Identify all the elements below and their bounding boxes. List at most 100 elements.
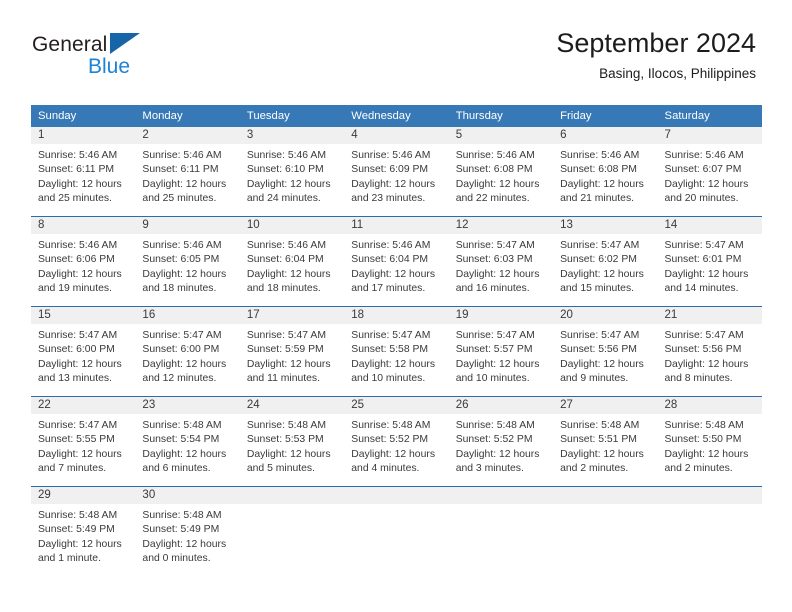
day-cell[interactable]: 2 Sunrise: 5:46 AM Sunset: 6:11 PM Daylight… [135, 127, 240, 217]
day-cell[interactable]: 12 Sunrise: 5:47 AM Sunset: 6:03 PM Dayligh… [448, 216, 554, 307]
day-cell[interactable]: 29 Sunrise: 5:48 AM Sunset: 5:49 PM Dayligh… [31, 486, 136, 576]
day-details: Sunrise: 5:47 AM Sunset: 6:03 PM Daylight:… [449, 234, 553, 297]
day-cell[interactable]: 30 Sunrise: 5:48 AM Sunset: 5:49 PM Dayligh… [135, 486, 240, 576]
day-cell[interactable]: 25 Sunrise: 5:48 AM Sunset: 5:52 PM Dayligh… [344, 396, 449, 487]
page-title: September 2024 [556, 28, 756, 58]
sunset-text: Sunset: 6:07 PM [664, 164, 742, 176]
day-number [657, 487, 762, 504]
daylight-text-line1: Daylight: 12 hours [560, 178, 644, 190]
day-number: 1 [31, 127, 136, 144]
daylight-text-line1: Daylight: 12 hours [351, 178, 436, 190]
weekday-header-monday: Monday [135, 105, 240, 127]
sunrise-text: Sunrise: 5:47 AM [351, 330, 431, 341]
daylight-text-line2: and 25 minutes. [38, 193, 112, 205]
logo-text-blue: Blue [88, 55, 131, 78]
day-details: Sunrise: 5:47 AM Sunset: 5:56 PM Daylight:… [658, 324, 762, 387]
sunset-text: Sunset: 5:51 PM [560, 434, 637, 446]
sunrise-text: Sunrise: 5:47 AM [455, 330, 535, 341]
day-number: 6 [553, 127, 658, 144]
day-details: Sunrise: 5:46 AM Sunset: 6:08 PM Daylight:… [449, 144, 553, 207]
sunrise-text: Sunrise: 5:46 AM [351, 240, 431, 251]
day-cell[interactable]: 14 Sunrise: 5:47 AM Sunset: 6:01 PM Dayligh… [657, 216, 762, 307]
day-cell[interactable]: 10 Sunrise: 5:46 AM Sunset: 6:04 PM Dayligh… [239, 216, 345, 307]
sunset-text: Sunset: 5:49 PM [38, 524, 115, 536]
weekday-header-wednesday: Wednesday [344, 105, 449, 127]
generalblue-logo[interactable]: General Blue [32, 30, 212, 82]
day-details: Sunrise: 5:47 AM Sunset: 6:00 PM Daylight:… [135, 324, 239, 387]
day-cell-empty [344, 486, 449, 576]
daylight-text-line1: Daylight: 12 hours [246, 268, 331, 280]
day-cell[interactable]: 27 Sunrise: 5:48 AM Sunset: 5:51 PM Dayligh… [553, 396, 658, 487]
day-cell[interactable]: 23 Sunrise: 5:48 AM Sunset: 5:54 PM Dayligh… [135, 396, 240, 487]
day-cell[interactable]: 17 Sunrise: 5:47 AM Sunset: 5:59 PM Dayligh… [239, 306, 345, 397]
day-details: Sunrise: 5:47 AM Sunset: 6:01 PM Daylight:… [658, 234, 762, 297]
day-cell[interactable]: 7 Sunrise: 5:46 AM Sunset: 6:07 PM Daylight… [657, 127, 762, 217]
calendar-table: Sunday Monday Tuesday Wednesday Thursday… [31, 105, 762, 576]
sunrise-text: Sunrise: 5:47 AM [455, 240, 535, 251]
day-cell[interactable]: 13 Sunrise: 5:47 AM Sunset: 6:02 PM Dayligh… [553, 216, 658, 307]
day-details: Sunrise: 5:46 AM Sunset: 6:11 PM Daylight:… [135, 144, 239, 207]
day-details: Sunrise: 5:48 AM Sunset: 5:52 PM Daylight:… [344, 414, 448, 477]
daylight-text-line1: Daylight: 12 hours [664, 358, 749, 370]
day-cell[interactable]: 26 Sunrise: 5:48 AM Sunset: 5:52 PM Dayligh… [448, 396, 554, 487]
day-details: Sunrise: 5:47 AM Sunset: 6:00 PM Daylight:… [31, 324, 135, 387]
sunrise-text: Sunrise: 5:46 AM [351, 150, 431, 161]
sunrise-text: Sunrise: 5:46 AM [246, 150, 326, 161]
sunset-text: Sunset: 6:04 PM [351, 254, 429, 266]
page-header: General Blue September 2024 Basing, Iloc… [0, 0, 792, 100]
day-number [553, 487, 658, 504]
day-cell[interactable]: 18 Sunrise: 5:47 AM Sunset: 5:58 PM Dayligh… [344, 306, 449, 397]
day-cell[interactable]: 15 Sunrise: 5:47 AM Sunset: 6:00 PM Dayligh… [31, 306, 136, 397]
day-number: 29 [31, 487, 136, 504]
day-cell[interactable]: 22 Sunrise: 5:47 AM Sunset: 5:55 PM Dayligh… [31, 396, 136, 487]
day-number: 12 [448, 217, 554, 234]
sunrise-text: Sunrise: 5:48 AM [560, 420, 640, 431]
daylight-text-line2: and 21 minutes. [560, 193, 635, 205]
day-details: Sunrise: 5:47 AM Sunset: 5:55 PM Daylight:… [31, 414, 135, 477]
page-subtitle: Basing, Ilocos, Philippines [599, 66, 756, 82]
daylight-text-line1: Daylight: 12 hours [38, 538, 122, 550]
day-number: 28 [657, 397, 762, 414]
day-cell[interactable]: 3 Sunrise: 5:46 AM Sunset: 6:10 PM Daylight… [239, 127, 345, 217]
daylight-text-line1: Daylight: 12 hours [142, 358, 227, 370]
daylight-text-line1: Daylight: 12 hours [455, 268, 540, 280]
day-number: 14 [657, 217, 762, 234]
daylight-text-line2: and 10 minutes. [351, 373, 426, 385]
day-cell[interactable]: 11 Sunrise: 5:46 AM Sunset: 6:04 PM Dayligh… [344, 216, 449, 307]
day-number: 2 [135, 127, 240, 144]
day-cell[interactable]: 6 Sunrise: 5:46 AM Sunset: 6:08 PM Daylight… [553, 127, 658, 217]
daylight-text-line1: Daylight: 12 hours [560, 448, 644, 460]
day-cell[interactable]: 16 Sunrise: 5:47 AM Sunset: 6:00 PM Dayligh… [135, 306, 240, 397]
daylight-text-line1: Daylight: 12 hours [142, 448, 227, 460]
sunset-text: Sunset: 5:52 PM [351, 434, 429, 446]
day-number: 4 [344, 127, 449, 144]
daylight-text-line2: and 15 minutes. [560, 283, 635, 295]
title-block: September 2024 Basing, Ilocos, Philippin… [556, 28, 756, 82]
sunrise-text: Sunrise: 5:46 AM [455, 150, 535, 161]
sunrise-text: Sunrise: 5:46 AM [142, 150, 222, 161]
sunrise-text: Sunrise: 5:46 AM [38, 240, 118, 251]
day-number: 27 [553, 397, 658, 414]
day-cell[interactable]: 24 Sunrise: 5:48 AM Sunset: 5:53 PM Dayligh… [239, 396, 345, 487]
sunset-text: Sunset: 6:05 PM [142, 254, 220, 266]
day-cell[interactable]: 19 Sunrise: 5:47 AM Sunset: 5:57 PM Dayligh… [448, 306, 554, 397]
day-cell[interactable]: 20 Sunrise: 5:47 AM Sunset: 5:56 PM Dayligh… [553, 306, 658, 397]
day-cell[interactable]: 9 Sunrise: 5:46 AM Sunset: 6:05 PM Daylight… [135, 216, 240, 307]
daylight-text-line2: and 10 minutes. [455, 373, 530, 385]
daylight-text-line1: Daylight: 12 hours [38, 268, 122, 280]
day-number: 7 [657, 127, 762, 144]
day-cell[interactable]: 1 Sunrise: 5:46 AM Sunset: 6:11 PM Daylight… [31, 127, 136, 217]
day-cell[interactable]: 28 Sunrise: 5:48 AM Sunset: 5:50 PM Dayligh… [657, 396, 762, 487]
day-details: Sunrise: 5:46 AM Sunset: 6:10 PM Daylight:… [240, 144, 344, 207]
sunset-text: Sunset: 6:11 PM [38, 164, 115, 176]
day-cell[interactable]: 5 Sunrise: 5:46 AM Sunset: 6:08 PM Daylight… [448, 127, 554, 217]
day-cell[interactable]: 8 Sunrise: 5:46 AM Sunset: 6:06 PM Daylight… [31, 216, 136, 307]
sunset-text: Sunset: 5:58 PM [351, 344, 429, 356]
calendar-page: General Blue September 2024 Basing, Iloc… [0, 0, 792, 612]
sunset-text: Sunset: 5:52 PM [455, 434, 533, 446]
daylight-text-line2: and 4 minutes. [351, 463, 420, 475]
day-cell[interactable]: 21 Sunrise: 5:47 AM Sunset: 5:56 PM Dayligh… [657, 306, 762, 397]
day-cell[interactable]: 4 Sunrise: 5:46 AM Sunset: 6:09 PM Daylight… [344, 127, 449, 217]
daylight-text-line2: and 24 minutes. [246, 193, 321, 205]
day-details: Sunrise: 5:46 AM Sunset: 6:08 PM Daylight:… [553, 144, 657, 207]
